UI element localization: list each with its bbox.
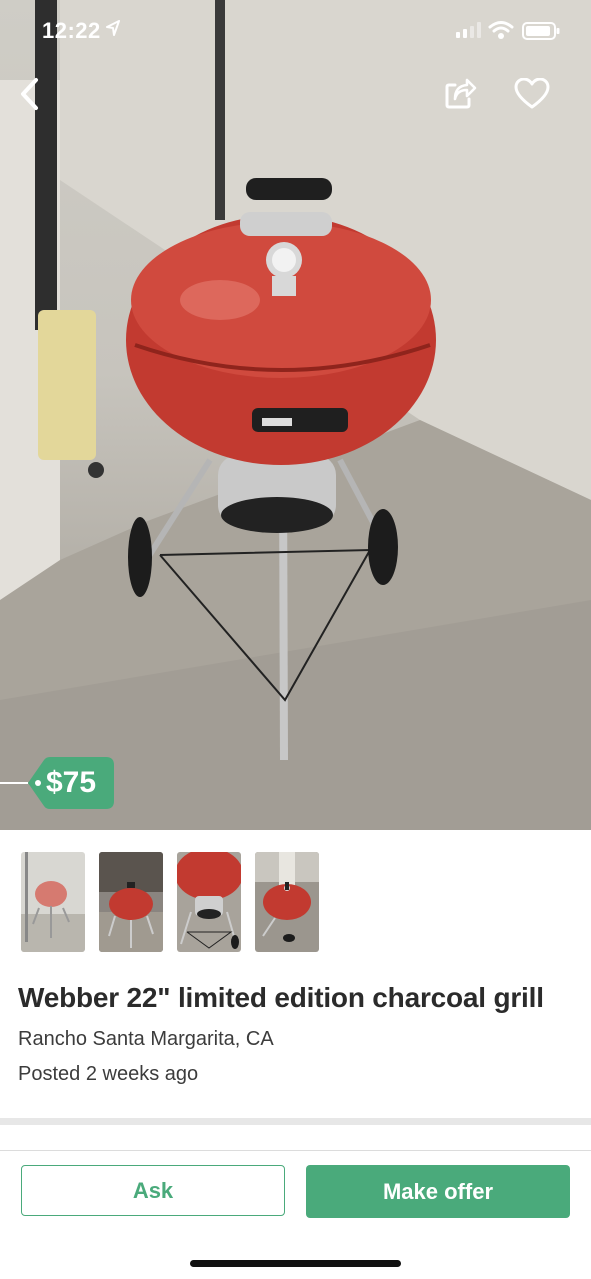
listing-title: Webber 22" limited edition charcoal gril… [18,982,544,1013]
share-button[interactable] [440,74,480,114]
back-button[interactable] [10,74,50,114]
heart-icon [514,78,550,109]
status-time: 12:22 [42,18,101,43]
photo-thumbnails [21,852,319,952]
listing-price: $75 [46,766,97,799]
photo-thumbnail[interactable] [99,852,163,952]
home-indicator[interactable] [190,1260,401,1267]
section-divider [0,1118,591,1125]
photo-thumbnail[interactable] [21,852,85,952]
photo-thumbnail[interactable] [255,852,319,952]
price-tag: $75 [0,756,120,810]
photo-thumbnail[interactable] [177,852,241,952]
make-offer-button[interactable]: Make offer [306,1165,570,1218]
signal-icon [456,22,482,43]
listing-location: Rancho Santa Margarita, CA [18,1028,274,1050]
location-arrow-icon [106,20,120,41]
status-bar: 12:22 [0,0,591,60]
action-bar-divider [0,1150,591,1151]
favorite-button[interactable] [512,74,552,114]
listing-posted-time: Posted 2 weeks ago [18,1063,199,1085]
battery-icon [522,22,560,45]
wifi-icon [488,20,514,45]
share-icon [445,78,477,109]
listing-photo[interactable]: 12:22 $75 [0,0,591,830]
chevron-left-icon [21,78,38,110]
grill-photo-image [0,0,591,830]
ask-button[interactable]: Ask [21,1165,285,1216]
